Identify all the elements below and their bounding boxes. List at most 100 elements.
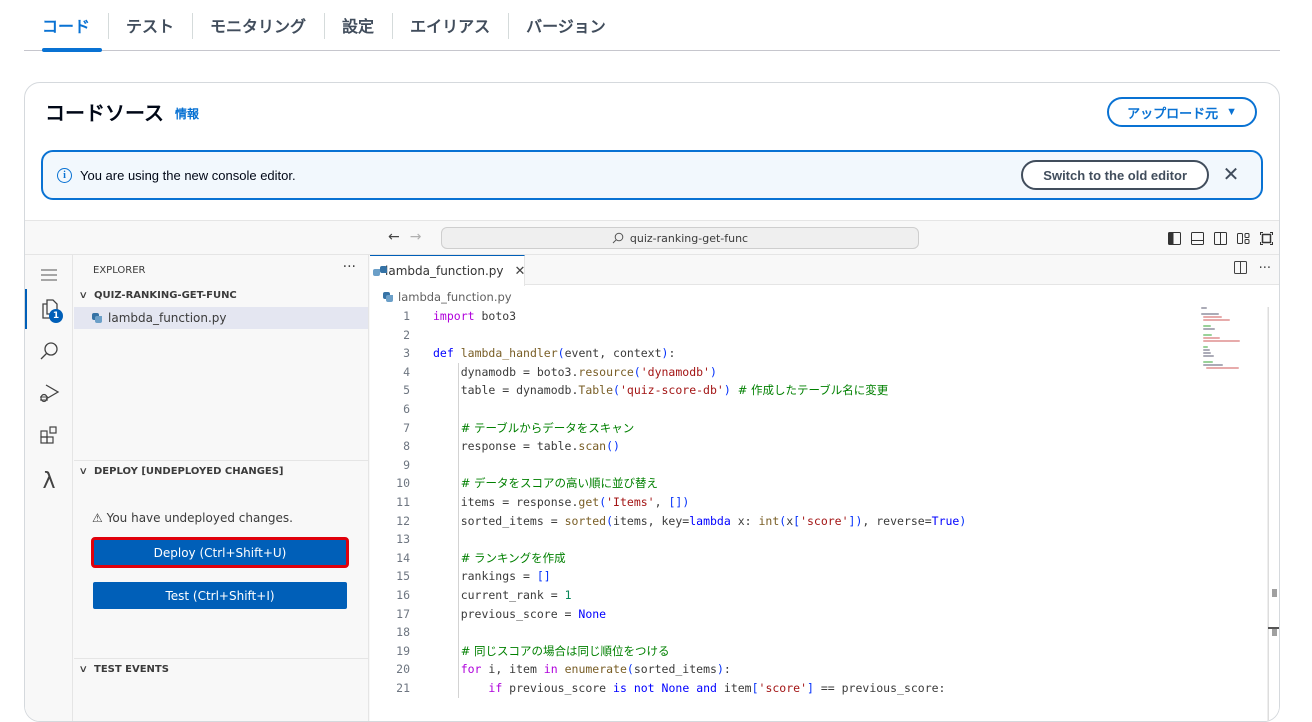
file-item[interactable]: lambda_function.py: [74, 307, 368, 329]
info-icon: i: [57, 167, 72, 183]
code-line[interactable]: 10 # データをスコアの高い順に並び替え: [370, 474, 1150, 493]
code-line[interactable]: 11 items = response.get('Items', []): [370, 493, 1150, 512]
fullscreen-icon[interactable]: [1260, 230, 1273, 245]
toggle-secondary-sidebar-icon[interactable]: [1214, 230, 1227, 245]
code-area[interactable]: 1 import boto3 2 3 def lambda_handler(event,…: [370, 307, 1150, 698]
back-arrow-icon[interactable]: ←: [388, 229, 400, 245]
minimap-line: [1203, 328, 1215, 330]
line-number: 1: [403, 309, 410, 323]
explorer-icon[interactable]: 1: [25, 289, 73, 329]
minimap-line: [1201, 313, 1219, 315]
code-line[interactable]: 2: [370, 326, 1150, 345]
line-number: 17: [396, 606, 410, 621]
info-link[interactable]: 情報: [175, 105, 199, 122]
close-icon[interactable]: ✕: [1219, 162, 1243, 186]
line-content: # データをスコアの高い順に並び替え: [460, 476, 658, 491]
tab-monitoring[interactable]: モニタリング: [192, 0, 324, 51]
tab-versions[interactable]: バージョン: [508, 0, 624, 51]
explorer-sidebar: EXPLORER ··· ∨ QUIZ-RANKING-GET-FUNC lam…: [74, 255, 369, 721]
code-line[interactable]: 8 response = table.scan(): [370, 437, 1150, 456]
line-number: 18: [396, 625, 410, 640]
line-content: if previous_score is not None and item['…: [488, 680, 946, 695]
more-actions-icon[interactable]: ···: [343, 259, 356, 275]
code-line[interactable]: 13: [370, 530, 1150, 549]
code-line[interactable]: 18: [370, 623, 1150, 642]
code-line[interactable]: 3 def lambda_handler(event, context):: [370, 344, 1150, 363]
minimap[interactable]: [1201, 307, 1241, 397]
code-line[interactable]: 15 rankings = []: [370, 567, 1150, 586]
code-line[interactable]: 16 current_rank = 1: [370, 586, 1150, 605]
line-number: 3: [403, 346, 410, 361]
code-line[interactable]: 9: [370, 456, 1150, 475]
tab-test[interactable]: テスト: [108, 0, 192, 51]
top-tabs: コード テスト モニタリング 設定 エイリアス バージョン: [24, 0, 1280, 52]
minimap-line: [1203, 325, 1212, 327]
more-actions-icon[interactable]: ···: [1259, 261, 1271, 278]
minimap-line: [1203, 346, 1209, 348]
code-line[interactable]: 7 # テーブルからデータをスキャン: [370, 419, 1150, 438]
activity-bar: 1 λ: [25, 255, 73, 721]
new-editor-flash: i You are using the new console editor. …: [41, 150, 1263, 200]
command-center-search[interactable]: quiz-ranking-get-func: [441, 227, 919, 249]
line-content: def lambda_handler(event, context):: [433, 346, 676, 361]
test-events-section-header[interactable]: ∨ TEST EVENTS: [74, 658, 368, 680]
explorer-badge: 1: [49, 309, 63, 323]
code-line[interactable]: 1 import boto3: [370, 307, 1150, 326]
breadcrumb[interactable]: lambda_function.py: [383, 290, 512, 304]
editor-tab[interactable]: lambda_function.py ✕: [370, 255, 525, 286]
code-line[interactable]: 12 sorted_items = sorted(items, key=lamb…: [370, 512, 1150, 531]
caret-down-icon: ▼: [1226, 106, 1237, 118]
code-line[interactable]: 4 dynamodb = boto3.resource('dynamodb'): [370, 363, 1150, 382]
minimap-line: [1203, 334, 1213, 336]
ide-titlebar: ← → quiz-ranking-get-func: [25, 221, 1279, 255]
tab-settings[interactable]: 設定: [324, 0, 392, 51]
split-editor-icon[interactable]: [1233, 261, 1247, 278]
toggle-panel-icon[interactable]: [1191, 230, 1204, 245]
test-events-title: TEST EVENTS: [94, 664, 169, 675]
switch-old-editor-button[interactable]: Switch to the old editor: [1021, 160, 1209, 190]
code-line[interactable]: 14 # ランキングを作成: [370, 549, 1150, 568]
line-content: [410, 530, 433, 549]
line-number: 11: [396, 494, 410, 509]
run-debug-icon[interactable]: [25, 373, 73, 413]
code-line[interactable]: 21 if previous_score is not None and ite…: [370, 679, 1150, 698]
line-number: 7: [403, 420, 410, 435]
forward-arrow-icon[interactable]: →: [410, 229, 422, 245]
line-content: table = dynamodb.Table('quiz-score-db') …: [433, 383, 889, 398]
extensions-icon[interactable]: [25, 415, 73, 455]
close-tab-icon[interactable]: ✕: [515, 264, 526, 279]
line-number: 4: [403, 364, 410, 379]
explorer-header: EXPLORER: [93, 265, 146, 276]
code-line[interactable]: 6: [370, 400, 1150, 419]
editor-tab-label: lambda_function.py: [385, 264, 504, 278]
line-content: current_rank = 1: [433, 587, 572, 602]
minimap-line: [1203, 352, 1212, 354]
line-number: 2: [403, 327, 410, 342]
deploy-button[interactable]: Deploy (Ctrl+Shift+U): [91, 537, 349, 568]
line-content: response = table.scan(): [433, 439, 620, 454]
line-number: 13: [396, 532, 410, 547]
deploy-section-header[interactable]: ∨ DEPLOY [UNDEPLOYED CHANGES]: [74, 460, 368, 482]
python-file-icon: [92, 313, 102, 323]
search-icon[interactable]: [25, 331, 73, 371]
test-button[interactable]: Test (Ctrl+Shift+I): [93, 582, 347, 609]
toggle-primary-sidebar-icon[interactable]: [1168, 230, 1181, 245]
chevron-down-icon: ∨: [78, 289, 89, 301]
code-line[interactable]: 5 table = dynamodb.Table('quiz-score-db'…: [370, 381, 1150, 400]
warning-text: You have undeployed changes.: [106, 511, 293, 525]
code-line[interactable]: 17 previous_score = None: [370, 605, 1150, 624]
tab-aliases[interactable]: エイリアス: [392, 0, 508, 51]
customize-layout-icon[interactable]: [1237, 230, 1250, 244]
code-line[interactable]: 20 for i, item in enumerate(sorted_items…: [370, 660, 1150, 679]
upload-from-button[interactable]: アップロード元 ▼: [1107, 97, 1257, 127]
scroll-marker: [1272, 629, 1277, 636]
tab-code[interactable]: コード: [24, 0, 108, 52]
folder-section-header[interactable]: ∨ QUIZ-RANKING-GET-FUNC: [74, 284, 368, 306]
page-title: コードソース: [45, 103, 164, 125]
line-content: [410, 400, 433, 419]
code-line[interactable]: 19 # 同じスコアの場合は同じ順位をつける: [370, 642, 1150, 661]
minimap-line: [1203, 316, 1222, 318]
line-content: dynamodb = boto3.resource('dynamodb'): [433, 364, 717, 379]
vertical-scrollbar[interactable]: [1267, 307, 1279, 721]
lambda-icon[interactable]: λ: [25, 461, 73, 501]
